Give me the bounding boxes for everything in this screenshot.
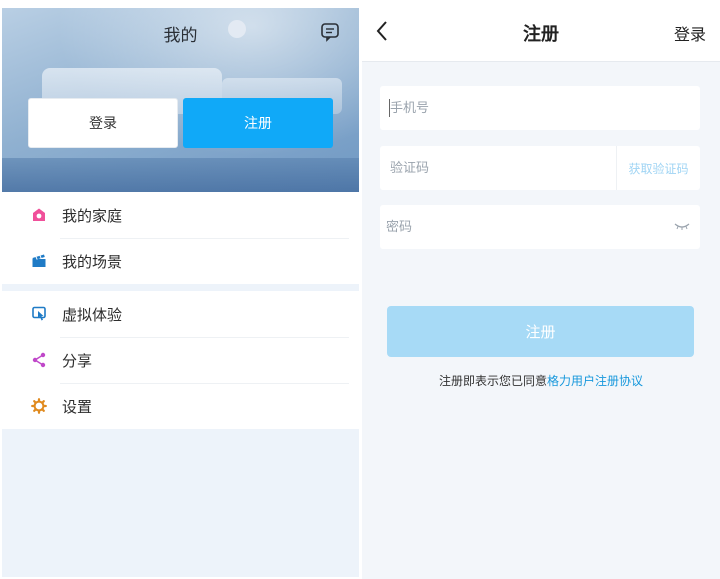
text-cursor	[389, 99, 390, 117]
menu-item-my-family[interactable]: 我的家庭	[2, 192, 359, 238]
top-navigation-bar: 注册 登录	[362, 0, 720, 62]
menu-group-secondary: 虚拟体验 分享 设置	[2, 291, 359, 429]
menu-group-primary: 我的家庭 我的场景	[2, 192, 359, 284]
virtual-experience-icon	[30, 305, 48, 323]
phone-input[interactable]	[380, 86, 700, 130]
menu-item-label: 虚拟体验	[62, 305, 123, 324]
login-link[interactable]: 登录	[674, 21, 706, 45]
verification-code-input[interactable]	[380, 146, 616, 190]
password-field[interactable]	[380, 205, 700, 249]
home-icon	[30, 206, 48, 224]
message-icon[interactable]	[320, 22, 340, 42]
submit-register-button[interactable]: 注册	[387, 306, 694, 357]
menu-item-label: 设置	[62, 397, 93, 416]
page-title: 注册	[523, 24, 559, 45]
hide-password-eye-icon[interactable]	[674, 220, 690, 232]
get-code-button[interactable]: 获取验证码	[616, 146, 700, 190]
agreement-link[interactable]: 格力用户注册协议	[547, 374, 643, 388]
scene-clapper-icon	[30, 252, 48, 270]
password-input[interactable]	[380, 205, 700, 249]
menu-item-label: 分享	[62, 351, 93, 370]
hero-banner: 我的 登录 注册	[2, 8, 359, 192]
menu-item-virtual-experience[interactable]: 虚拟体验	[2, 291, 359, 337]
agreement-prefix: 注册即表示您已同意	[438, 374, 547, 388]
menu-item-label: 我的场景	[62, 252, 123, 271]
hero-floor-decoration	[2, 158, 359, 192]
login-button[interactable]: 登录	[28, 98, 178, 148]
verification-code-field[interactable]: 获取验证码	[380, 146, 700, 190]
agreement-text: 注册即表示您已同意格力用户注册协议	[362, 372, 720, 389]
menu-item-my-scenes[interactable]: 我的场景	[2, 238, 359, 284]
register-button[interactable]: 注册	[183, 98, 333, 148]
mine-screen: 我的 登录 注册 我的家庭 我的场景 虚拟体验 分享 设置	[2, 8, 359, 577]
menu-item-settings[interactable]: 设置	[2, 383, 359, 429]
menu-item-share[interactable]: 分享	[2, 337, 359, 383]
menu-item-label: 我的家庭	[62, 206, 123, 225]
settings-gear-icon	[30, 397, 48, 415]
page-title: 我的	[163, 26, 198, 46]
share-icon	[30, 351, 48, 369]
phone-field[interactable]	[380, 86, 700, 130]
register-screen: 注册 登录 获取验证码 注册 注册即表示您已同意格力用户注册协议	[362, 0, 720, 579]
